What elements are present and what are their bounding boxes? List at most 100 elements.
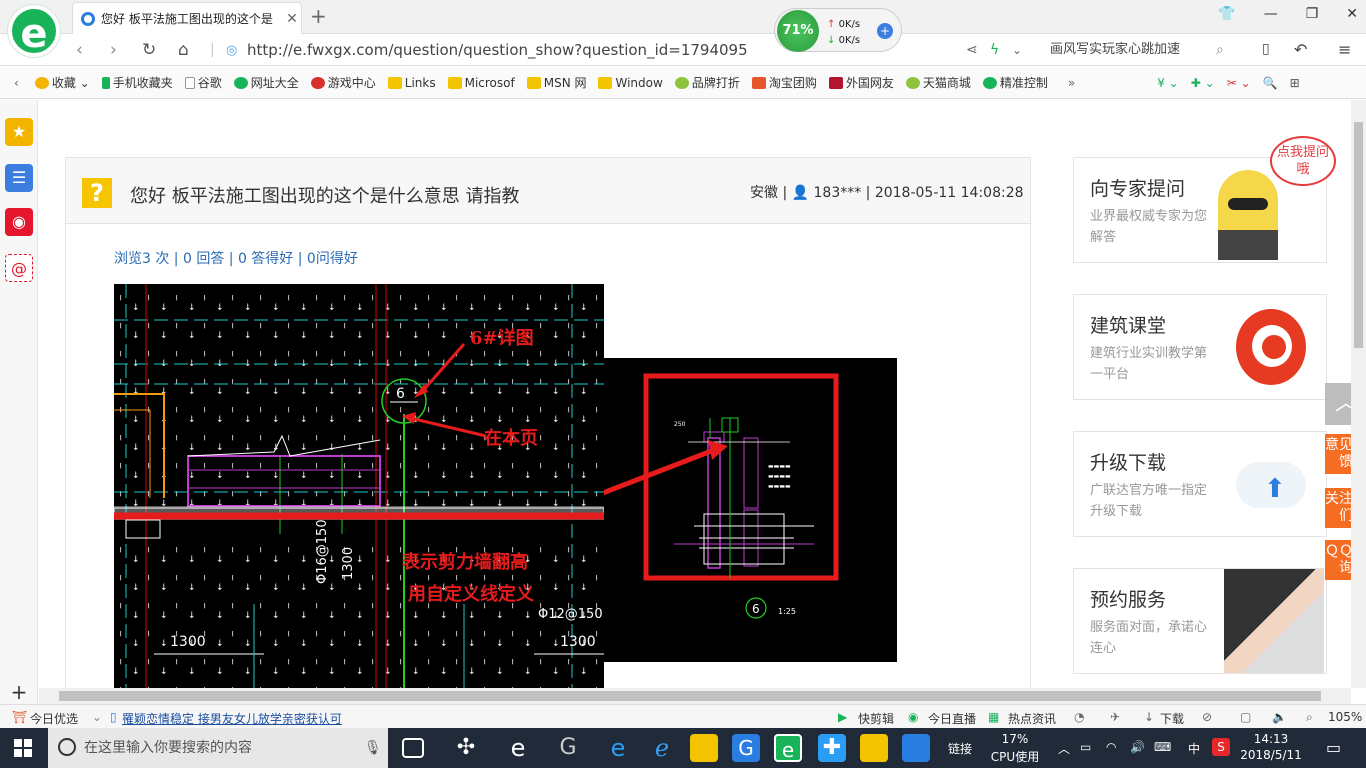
favorite-item[interactable]: 天猫商城 (905, 74, 971, 91)
desktop-app-icon[interactable] (902, 734, 930, 762)
ime-indicator[interactable]: 中 (1188, 740, 1200, 757)
refresh-icon[interactable]: ↻ (142, 40, 156, 60)
clock-date[interactable]: 2018/5/11 (1236, 748, 1306, 762)
microphone-icon[interactable]: 🎙 (364, 728, 382, 768)
pin-icon[interactable]: ✈ (1110, 710, 1120, 724)
fan-app-icon[interactable]: ✣ (452, 734, 480, 762)
plus-app-icon[interactable]: ✚ (818, 734, 846, 762)
favbar-collapse-icon[interactable]: ‹ (14, 76, 19, 90)
close-window-button[interactable]: ✕ (1346, 6, 1358, 22)
scissors-icon[interactable]: ✂ ⌄ (1227, 76, 1251, 90)
chevron-down-icon[interactable]: ⌄ (92, 710, 102, 724)
browser-logo[interactable]: e (8, 5, 60, 57)
links-label[interactable]: 链接 (948, 740, 972, 757)
recycle-icon[interactable]: ⊘ (1202, 710, 1212, 724)
horizontal-scrollbar[interactable] (39, 688, 1351, 704)
phone-icon[interactable]: ▯ (1262, 41, 1270, 57)
scrollbar-thumb[interactable] (1354, 122, 1363, 348)
today-picks[interactable]: 今日优选 (30, 710, 78, 727)
more-favorites-icon[interactable]: » (1068, 76, 1075, 90)
home-icon[interactable]: ⌂ (178, 40, 189, 60)
add-icon[interactable]: + (5, 678, 33, 706)
notification-icon[interactable]: ▭ (1326, 738, 1341, 757)
sogou-icon[interactable]: S (1212, 738, 1230, 756)
keyboard-icon[interactable]: ⌨ (1154, 740, 1171, 754)
edge-icon[interactable]: e (604, 734, 632, 762)
menu-icon[interactable]: ≡ (1338, 40, 1351, 59)
live-link[interactable]: 今日直播 (928, 710, 976, 727)
download-icon[interactable]: ↓ (1144, 710, 1154, 724)
share-icon[interactable]: ⋖ (966, 42, 978, 58)
card-appointment[interactable]: 预约服务 服务面对面，承诺心连心 (1073, 568, 1327, 674)
translate-icon[interactable]: ✚ ⌄ (1191, 76, 1215, 90)
ie-icon[interactable]: e (504, 734, 532, 762)
favorite-item[interactable]: 收藏 ⌄ (34, 74, 90, 91)
clock-time[interactable]: 14:13 (1236, 732, 1306, 746)
favorite-item[interactable]: 游戏中心 (310, 74, 376, 91)
favorite-item[interactable]: 精准控制 (982, 74, 1048, 91)
list-icon[interactable]: ☰ (5, 164, 33, 192)
close-tab-icon[interactable]: ✕ (283, 11, 301, 27)
favorite-item[interactable]: Window (598, 76, 663, 90)
ask-bubble[interactable]: 点我提问哦 (1270, 136, 1336, 186)
battery-icon[interactable]: ▭ (1080, 740, 1091, 754)
apps-grid-icon[interactable]: ⊞ (1290, 76, 1300, 90)
undo-icon[interactable]: ↶ (1294, 40, 1307, 59)
tab-active[interactable]: 您好 板平法施工图出现的这个是 ✕ (72, 2, 302, 34)
news-link[interactable]: 罹颖恋情稳定 接男友女儿放学亲密获认可 (122, 710, 342, 727)
qq-consult-button[interactable]: ＱＱ咨询 (1325, 540, 1351, 580)
favorite-item[interactable]: Microsof (447, 76, 515, 90)
card-course[interactable]: 建筑课堂 建筑行业实训教学第一平台 (1073, 294, 1327, 400)
favorite-item[interactable]: 谷歌 (184, 74, 222, 91)
minimize-button[interactable]: — (1264, 6, 1278, 22)
file-explorer-icon[interactable] (690, 734, 718, 762)
follow-button[interactable]: 关注我们 (1325, 488, 1351, 528)
accelerate-icon[interactable]: + (877, 23, 893, 39)
new-tab-button[interactable]: + (310, 4, 327, 28)
tray-expand-icon[interactable]: ︿ (1058, 740, 1070, 757)
star-icon[interactable]: ★ (5, 118, 33, 146)
zoom-icon[interactable]: ⌕ (1306, 710, 1313, 725)
search-input[interactable]: 画风写实玩家心跳加速 (1040, 38, 1245, 62)
email-icon[interactable]: @ (5, 254, 33, 282)
restore-button[interactable]: ❐ (1306, 6, 1319, 22)
kuaijian-link[interactable]: 快剪辑 (858, 710, 894, 727)
page-security-icon[interactable]: ◎ (226, 43, 237, 58)
card-ask-expert[interactable]: 向专家提问 业界最权威专家为您解答 点我提问哦 (1073, 136, 1336, 263)
lightning-icon[interactable]: ϟ (990, 42, 999, 58)
scrollbar-thumb[interactable] (59, 691, 1321, 701)
favorite-item[interactable]: 网址大全 (233, 74, 299, 91)
chevron-down-icon[interactable]: ⌄ (1012, 43, 1022, 57)
back-to-top-button[interactable]: ︿ (1325, 383, 1351, 425)
favorite-item[interactable]: 淘宝团购 (751, 74, 817, 91)
task-view-icon[interactable] (402, 738, 424, 758)
favorite-item[interactable]: 外国网友 (828, 74, 894, 91)
search-icon[interactable]: ⌕ (1216, 42, 1224, 58)
glodon-app-icon[interactable]: G (732, 734, 760, 762)
feedback-button[interactable]: 意见反馈 (1325, 434, 1351, 474)
vertical-scrollbar[interactable] (1351, 100, 1366, 688)
ie-blue-icon[interactable]: ℯ (648, 734, 676, 762)
back-icon[interactable]: ‹ (76, 40, 83, 60)
zoom-level[interactable]: 105% (1328, 710, 1362, 724)
speed-icon[interactable]: ◔ (1074, 710, 1084, 724)
hot-news-link[interactable]: 热点资讯 (1008, 710, 1056, 727)
volume-icon[interactable]: 🔊 (1130, 740, 1145, 754)
network-speed-widget[interactable]: 71% ↑ 0K/s ↓ 0K/s + (774, 8, 902, 52)
question-stats[interactable]: 浏览3 次 | 0 回答 | 0 答得好 | 0问得好 (114, 248, 358, 268)
favorite-item[interactable]: 手机收藏夹 (101, 74, 173, 91)
download-link[interactable]: 下载 (1160, 710, 1184, 727)
windows-start-icon[interactable] (14, 739, 32, 757)
skin-icon[interactable]: 👕 (1218, 6, 1235, 22)
weibo-icon[interactable]: ◉ (5, 208, 33, 236)
favorite-item[interactable]: Links (387, 76, 436, 90)
volume-icon[interactable]: 🔈 (1272, 710, 1287, 724)
window-icon[interactable]: ▢ (1240, 710, 1251, 724)
favorite-item[interactable]: MSN 网 (526, 74, 586, 91)
forward-icon[interactable]: › (110, 40, 117, 60)
card-download[interactable]: 升级下载 广联达官方唯一指定升级下载 ⬆ (1073, 431, 1327, 537)
coin-icon[interactable]: ¥ ⌄ (1157, 76, 1179, 90)
url-input[interactable]: http://e.fwxgx.com/question/question_sho… (247, 41, 748, 59)
browser-active-icon[interactable]: e (774, 734, 802, 762)
taskbar-search-input[interactable]: 在这里输入你要搜索的内容 🎙 (48, 728, 388, 768)
